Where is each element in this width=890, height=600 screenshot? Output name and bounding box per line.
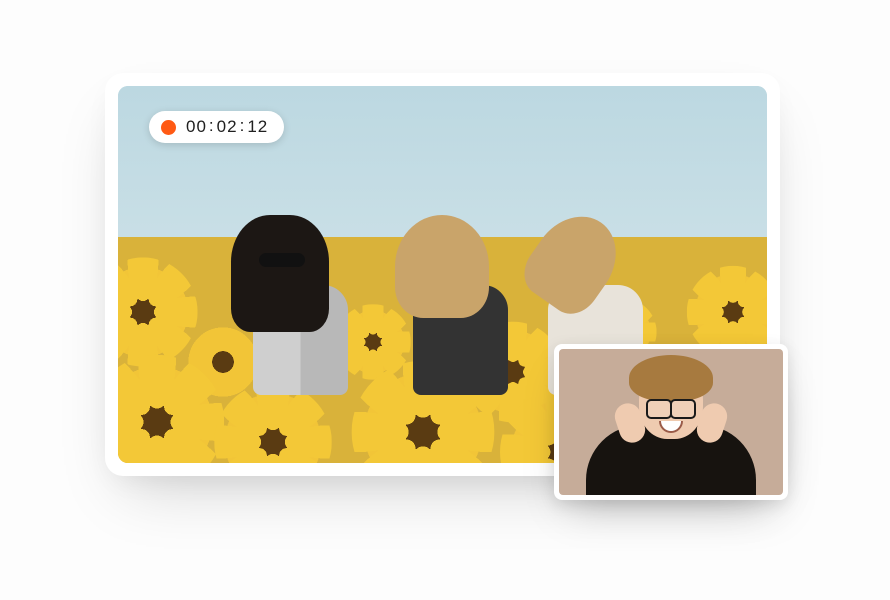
recording-indicator: 00:02:12 (149, 111, 284, 143)
person-left (253, 223, 348, 395)
recording-timer: 00:02:12 (186, 117, 268, 137)
record-icon (161, 120, 176, 135)
webcam-overlay[interactable] (554, 344, 788, 500)
webcam-feed (559, 349, 783, 495)
timer-hours: 00 (186, 117, 207, 136)
timer-minutes: 02 (217, 117, 238, 136)
timer-seconds: 12 (247, 117, 268, 136)
person-middle (413, 223, 508, 395)
